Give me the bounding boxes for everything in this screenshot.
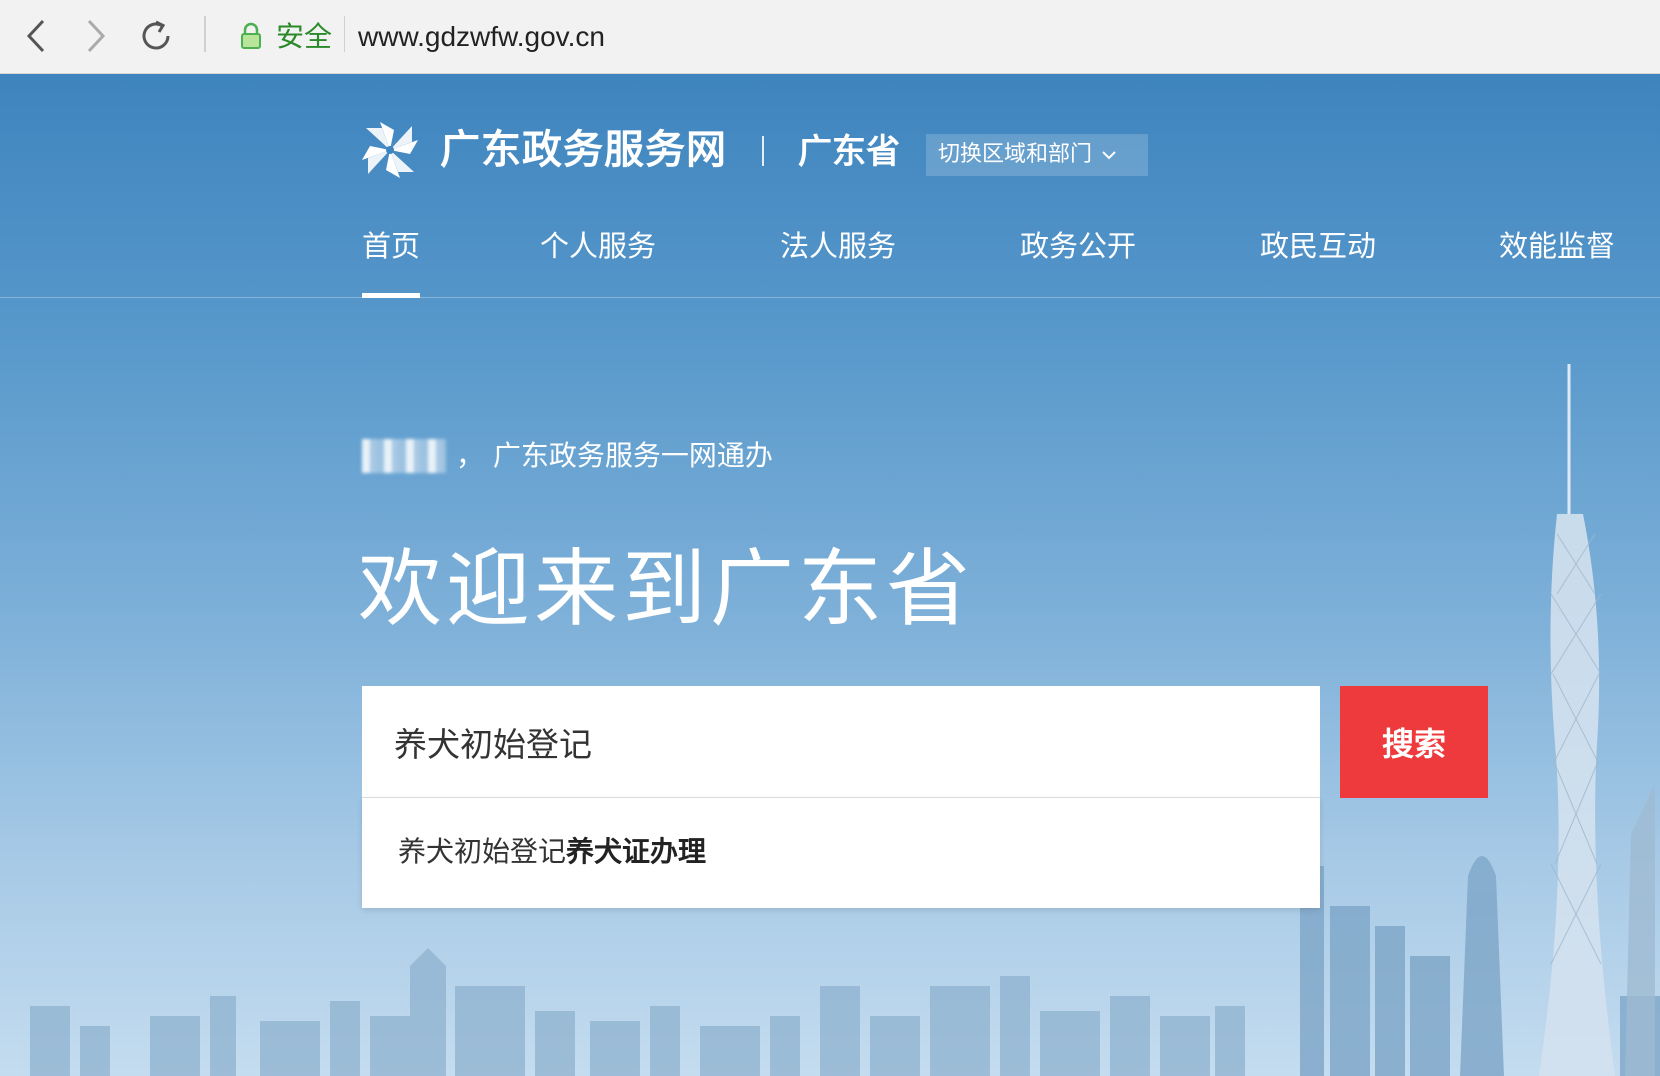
toolbar-divider (204, 16, 206, 52)
lock-icon (241, 22, 261, 49)
secure-label: 安全 (276, 20, 333, 53)
hero-banner: 广东政务服务网 广东省 切换区域和部门 首页 个人服务 法人服务 政务公开 政民… (0, 74, 1660, 1076)
browser-toolbar: 安全 www.gdzwfw.gov.cn (0, 0, 1660, 74)
site-title[interactable]: 广东政务服务网 (440, 118, 727, 182)
redacted-username (362, 439, 446, 473)
greeting-text: ， 广东政务服务一网通办 (456, 439, 773, 472)
region-switch-dropdown[interactable]: 切换区域和部门 (926, 134, 1148, 176)
search-button[interactable]: 搜索 (1340, 686, 1488, 798)
greeting: ， 广东政务服务一网通办 (362, 436, 773, 476)
region-name: 广东省 (798, 132, 900, 172)
nav-item-performance-supervision[interactable]: 效能监督 (1499, 214, 1615, 298)
chevron-left-icon (26, 19, 45, 53)
main-nav: 首页 个人服务 法人服务 政务公开 政民互动 效能监督 (0, 214, 1660, 298)
search-input[interactable] (362, 686, 1320, 798)
address-bar-url[interactable]: www.gdzwfw.gov.cn (358, 18, 605, 56)
nav-item-government-affairs[interactable]: 政务公开 (1020, 214, 1136, 298)
chevron-right-icon (87, 19, 106, 53)
nav-item-personal-services[interactable]: 个人服务 (540, 214, 656, 298)
nav-item-legal-person-services[interactable]: 法人服务 (780, 214, 896, 298)
nav-item-home[interactable]: 首页 (362, 214, 421, 298)
url-divider (344, 16, 345, 52)
welcome-heading: 欢迎来到广东省 (358, 540, 975, 638)
reload-button[interactable] (134, 14, 178, 58)
chevron-down-icon (1102, 151, 1116, 160)
region-switch-label: 切换区域和部门 (938, 142, 1093, 167)
search-suggestions: 养犬初始登记养犬证办理 (362, 798, 1320, 908)
canton-tower-image (1539, 364, 1655, 1076)
back-button[interactable] (14, 14, 58, 58)
reload-icon (142, 20, 170, 50)
suggestion-prefix: 养犬初始登记 (398, 835, 567, 868)
title-divider (762, 136, 764, 166)
nav-item-public-interaction[interactable]: 政民互动 (1260, 214, 1376, 298)
suggestion-highlight: 养犬证办理 (566, 835, 707, 868)
pinwheel-logo-icon (362, 122, 418, 178)
suggestion-item[interactable]: 养犬初始登记养犬证办理 (398, 830, 706, 874)
forward-button[interactable] (74, 14, 118, 58)
